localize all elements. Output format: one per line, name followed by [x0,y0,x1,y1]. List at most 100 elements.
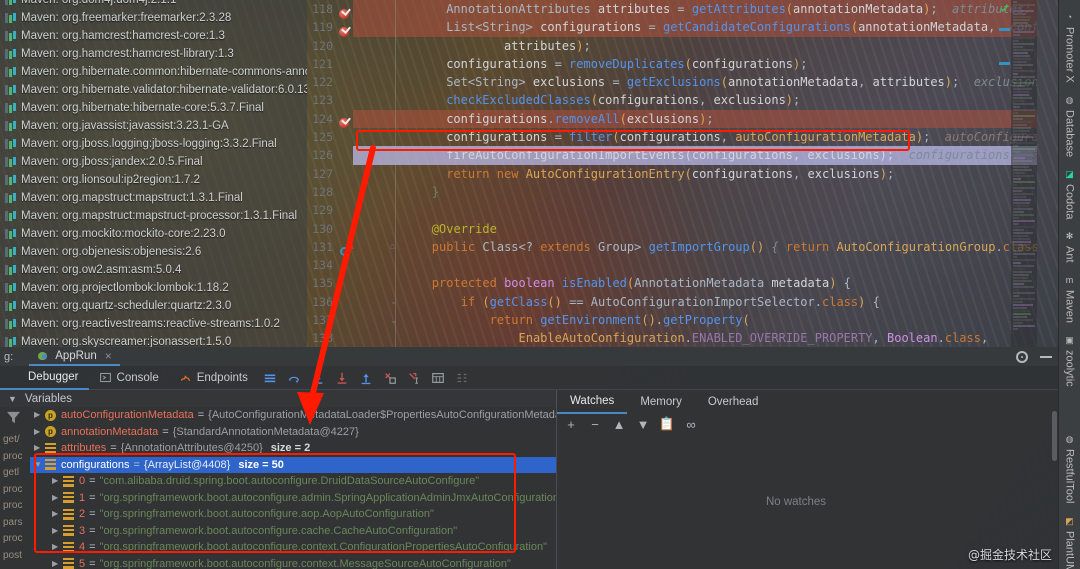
debugger-tab-bar[interactable]: Debugger Console Endpoints [0,366,1058,390]
watches-tab-bar[interactable]: WatchesMemoryOverhead [556,390,1036,414]
maven-dependency-item[interactable]: Maven: org.hibernate.validator:hibernate… [0,81,307,99]
code-line[interactable]: 123checkExcludedClasses(configurations, … [307,91,1037,109]
variables-scrollbar[interactable] [1052,411,1057,461]
maven-dependency-item[interactable]: Maven: org.objenesis:objenesis:2.6 [0,243,307,261]
maven-dependency-item[interactable]: Maven: org.skyscreamer:jsonassert:1.5.0 [0,333,307,347]
code-line[interactable]: 134 [307,256,1037,274]
project-maven-tree[interactable]: Maven: org.dom4j:dom4j:2.1.1Maven: org.f… [0,0,307,347]
tool-window-tab-promoter-x[interactable]: ◔Promoter X [1061,6,1079,89]
code-editor[interactable]: 118AnnotationAttributes attributes = get… [307,0,1037,347]
run-to-cursor-icon[interactable] [402,366,426,390]
code-line[interactable]: 129 [307,201,1037,219]
tool-window-tab-codota[interactable]: ◪Codota [1061,163,1079,225]
tab-memory[interactable]: Memory [627,390,695,414]
move-down-icon[interactable]: ▼ [632,414,654,434]
maven-dependency-item[interactable]: Maven: org.jboss:jandex:2.0.5.Final [0,153,307,171]
chevron-right-icon[interactable]: ▶ [52,490,61,507]
force-step-into-icon[interactable] [330,366,354,390]
code-line[interactable]: 136 if (getClass() == AutoConfigurationI… [307,293,1037,311]
stack-frame-row[interactable]: get/ [0,432,30,449]
stack-frame-row[interactable]: post [0,548,30,565]
close-icon[interactable]: × [105,349,112,363]
tab-overhead[interactable]: Overhead [695,390,772,414]
minimize-icon[interactable] [1040,356,1052,358]
code-line[interactable]: 122Set<String> exclusions = getExclusion… [307,73,1037,91]
tool-window-tab-plantuml[interactable]: ◩PlantUML [1061,510,1079,569]
code-line[interactable]: 130@Override [307,220,1037,238]
maven-dependency-item[interactable]: Maven: org.projectlombok:lombok:1.18.2 [0,279,307,297]
tab-debugger[interactable]: Debugger [0,366,89,390]
maven-dependency-item[interactable]: Maven: org.jboss.logging:jboss-logging:3… [0,135,307,153]
code-line[interactable]: 127return new AutoConfigurationEntry(con… [307,165,1037,183]
right-tool-window-bar[interactable]: ◔Promoter X◍Database◪Codota✻AntmMaven▣zo… [1058,0,1080,569]
maven-dependency-item[interactable]: Maven: org.ow2.asm:asm:5.0.4 [0,261,307,279]
code-line[interactable]: 128} [307,183,1037,201]
chevron-down-icon[interactable]: ▼ [34,457,43,474]
step-over-icon[interactable] [282,366,306,390]
maven-dependency-item[interactable]: Maven: org.reactivestreams:reactive-stre… [0,315,307,333]
tab-watches[interactable]: Watches [557,390,627,414]
tab-endpoints[interactable]: Endpoints [169,366,258,390]
maven-dependency-item[interactable]: Maven: org.quartz-scheduler:quartz:2.3.0 [0,297,307,315]
tab-console[interactable]: Console [89,366,169,390]
maven-dependency-item[interactable]: Maven: org.dom4j:dom4j:2.1.1 [0,0,307,9]
variable-row[interactable]: ▶annotationMetadata={StandardAnnotationM… [30,424,556,441]
variable-row[interactable]: ▶0="com.alibaba.druid.spring.boot.autoco… [30,473,556,490]
variable-row[interactable]: ▶1="org.springframework.boot.autoconfigu… [30,490,556,507]
move-up-icon[interactable]: ▲ [608,414,630,434]
stack-frame-row[interactable]: proc [0,531,30,548]
maven-dependency-item[interactable]: Maven: org.mockito:mockito-core:2.23.0 [0,225,307,243]
chevron-right-icon[interactable]: ▶ [34,424,43,441]
code-line[interactable]: 124configurations.removeAll(exclusions); [307,110,1037,128]
filter-icon[interactable] [6,411,21,424]
code-line[interactable]: 138 EnableAutoConfiguration.ENABLED_OVER… [307,329,1037,347]
variable-row[interactable]: ▶autoConfigurationMetadata={AutoConfigur… [30,407,556,424]
maven-dependency-item[interactable]: Maven: org.hibernate:hibernate-core:5.3.… [0,99,307,117]
evaluate-icon[interactable] [426,366,450,390]
variable-row[interactable]: ▶attributes={AnnotationAttributes@4250}s… [30,440,556,457]
variables-tree[interactable]: ▶autoConfigurationMetadata={AutoConfigur… [30,407,556,569]
tool-window-tab-restfultool[interactable]: ◍RestfulTool [1061,428,1079,509]
drop-frame-icon[interactable] [378,366,402,390]
tool-window-tab-zoolytic[interactable]: ▣zoolytic [1061,329,1079,393]
code-line[interactable]: 119List<String> configurations = getCand… [307,18,1037,36]
stack-frame-row[interactable]: proc [0,498,30,515]
mute-breakpoints-icon[interactable] [450,366,474,390]
chevron-right-icon[interactable]: ▶ [34,440,43,457]
tool-window-tab-maven[interactable]: mMaven [1061,269,1079,329]
copy-icon[interactable]: 📋 [656,414,678,434]
maven-dependency-item[interactable]: Maven: org.hamcrest:hamcrest-library:1.3 [0,45,307,63]
maven-dependency-item[interactable]: Maven: org.mapstruct:mapstruct:1.3.1.Fin… [0,189,307,207]
chevron-right-icon[interactable]: ▶ [52,539,61,556]
stack-frame-row[interactable]: proc [0,482,30,499]
variable-row[interactable]: ▶4="org.springframework.boot.autoconfigu… [30,539,556,556]
add-watch-icon[interactable]: + [560,414,582,434]
frames-strip[interactable]: get/procgetlprocprocparsprocpost [0,432,30,569]
chevron-right-icon[interactable]: ▶ [34,407,43,424]
maven-dependency-item[interactable]: Maven: org.hibernate.common:hibernate-co… [0,63,307,81]
remove-watch-icon[interactable]: − [584,414,606,434]
code-line[interactable]: 121configurations = removeDuplicates(con… [307,55,1037,73]
window-controls[interactable] [1016,347,1052,366]
maven-dependency-item[interactable]: Maven: org.javassist:javassist:3.23.1-GA [0,117,307,135]
chevron-right-icon[interactable]: ▶ [52,523,61,540]
stack-frame-row[interactable]: getl [0,465,30,482]
variable-row[interactable]: ▶2="org.springframework.boot.autoconfigu… [30,506,556,523]
watches-toolbar[interactable]: + − ▲ ▼ 📋 ∞ [556,414,1036,434]
gear-icon[interactable] [1016,351,1028,363]
code-line[interactable]: 118AnnotationAttributes attributes = get… [307,0,1037,18]
code-line[interactable]: 137 return getEnvironment().getProperty( [307,311,1037,329]
stack-frame-row[interactable]: proc [0,449,30,466]
maven-dependency-item[interactable]: Maven: org.freemarker:freemarker:2.3.28 [0,9,307,27]
tab-apprun[interactable]: AppRun × [29,347,120,366]
variable-row[interactable]: ▼configurations={ArrayList@4408}size = 5… [30,457,556,474]
maven-dependency-item[interactable]: Maven: org.hamcrest:hamcrest-core:1.3 [0,27,307,45]
run-tab-bar[interactable]: g: AppRun × [0,347,1058,366]
chevron-right-icon[interactable]: ▶ [52,506,61,523]
stack-frame-row[interactable]: pars [0,515,30,532]
maven-dependency-item[interactable]: Maven: org.mapstruct:mapstruct-processor… [0,207,307,225]
chevron-down-icon[interactable]: ▼ [8,394,17,404]
chevron-right-icon[interactable]: ▶ [52,473,61,490]
variable-row[interactable]: ▶5="org.springframework.boot.autoconfigu… [30,556,556,569]
tool-window-tab-database[interactable]: ◍Database [1061,89,1079,163]
